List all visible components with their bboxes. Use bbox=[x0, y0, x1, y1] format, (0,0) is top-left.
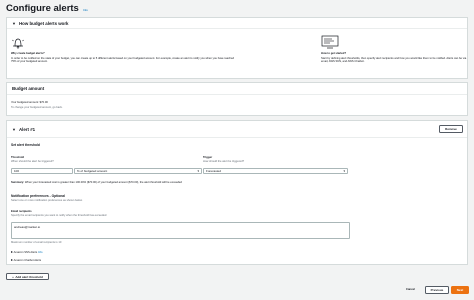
threshold-label: Threshold bbox=[11, 156, 24, 159]
plus-icon: + bbox=[12, 274, 14, 279]
alert-title: Alert #1 bbox=[18, 126, 36, 132]
previous-button[interactable]: Previous bbox=[425, 286, 449, 294]
how-text: Start by defining alert thresholds, then… bbox=[321, 56, 467, 64]
add-alert-threshold-label: Add alert threshold bbox=[15, 274, 43, 279]
page-title: Configure alerts bbox=[6, 3, 79, 14]
threshold-summary: Summary: When your forecasted cost is gr… bbox=[11, 181, 182, 184]
summary-text: When your forecasted cost is greater tha… bbox=[24, 181, 182, 184]
trigger-value: Forecasted bbox=[206, 169, 222, 173]
budgeted-amount-label: Your budgeted amount: $70.00 bbox=[11, 101, 48, 104]
budget-amount-title: Budget amount bbox=[12, 86, 45, 91]
how-title: How to get started? bbox=[321, 52, 347, 55]
cancel-button[interactable]: Cancel bbox=[406, 288, 415, 291]
email-note: Maximum number of email recipients is 10 bbox=[11, 241, 62, 244]
set-threshold-title: Set alert threshold bbox=[11, 143, 40, 147]
why-title: Why create budget alerts? bbox=[11, 52, 45, 55]
email-hint: Specify the email recipients you want to… bbox=[11, 214, 107, 217]
how-alerts-title: How budget alerts work bbox=[18, 20, 69, 26]
threshold-unit-select[interactable]: % of budgeted amount ▾ bbox=[74, 168, 202, 174]
chevron-down-icon: ▾ bbox=[343, 169, 345, 173]
change-budget-link[interactable]: To change your budgeted amount, go back. bbox=[11, 106, 63, 109]
add-alert-threshold-button[interactable]: + Add alert threshold bbox=[6, 273, 49, 280]
trigger-select[interactable]: Forecasted ▾ bbox=[203, 168, 348, 174]
caret-down-icon: ▼ bbox=[12, 20, 16, 26]
alert-panel: ▼ Alert #1 Remove Set alert threshold Th… bbox=[6, 120, 468, 265]
sns-alerts-toggle[interactable]: ▸ Amazon SNS Alerts Info bbox=[11, 249, 42, 254]
monitor-illustration-icon bbox=[321, 35, 339, 49]
summary-prefix: Summary: bbox=[11, 181, 25, 184]
threshold-unit-value: % of budgeted amount bbox=[77, 169, 108, 173]
threshold-hint: When should the alert be triggered? bbox=[11, 160, 54, 163]
how-alerts-panel: ▼ How budget alerts work Why create budg… bbox=[6, 17, 468, 79]
threshold-input[interactable]: 100 bbox=[11, 168, 73, 174]
remove-alert-button[interactable]: Remove bbox=[439, 125, 463, 133]
trigger-label: Trigger bbox=[203, 156, 213, 159]
chevron-down-icon: ▾ bbox=[197, 169, 199, 173]
budget-amount-header: Budget amount bbox=[7, 83, 467, 95]
alert-header[interactable]: ▼ Alert #1 bbox=[7, 121, 467, 138]
page-header: Configure alerts Info bbox=[6, 3, 88, 14]
budget-amount-panel: Budget amount Your budgeted amount: $70.… bbox=[6, 82, 468, 116]
why-text: In order to be notified on the state of … bbox=[11, 56, 235, 64]
notif-title: Notification preferences - Optional bbox=[11, 194, 66, 198]
caret-down-icon: ▼ bbox=[12, 126, 16, 132]
next-button[interactable]: Next bbox=[451, 286, 469, 294]
chatbot-alerts-label: Amazon Chatbot Alerts bbox=[13, 259, 42, 262]
email-recipients-textarea[interactable]: andreas@market.io bbox=[11, 222, 350, 239]
trigger-hint: How should the alert be triggered? bbox=[203, 160, 245, 163]
email-label: Email recipients bbox=[11, 210, 32, 213]
sns-info-link[interactable]: Info bbox=[38, 251, 42, 254]
how-alerts-header[interactable]: ▼ How budget alerts work bbox=[7, 18, 467, 29]
bell-illustration-icon bbox=[11, 38, 25, 49]
notif-hint: Select one or more notification preferen… bbox=[11, 199, 83, 202]
sns-alerts-label: Amazon SNS Alerts bbox=[13, 251, 38, 254]
chatbot-alerts-toggle[interactable]: ▸ Amazon Chatbot Alerts bbox=[11, 257, 41, 262]
page-info-link[interactable]: Info bbox=[83, 8, 88, 12]
